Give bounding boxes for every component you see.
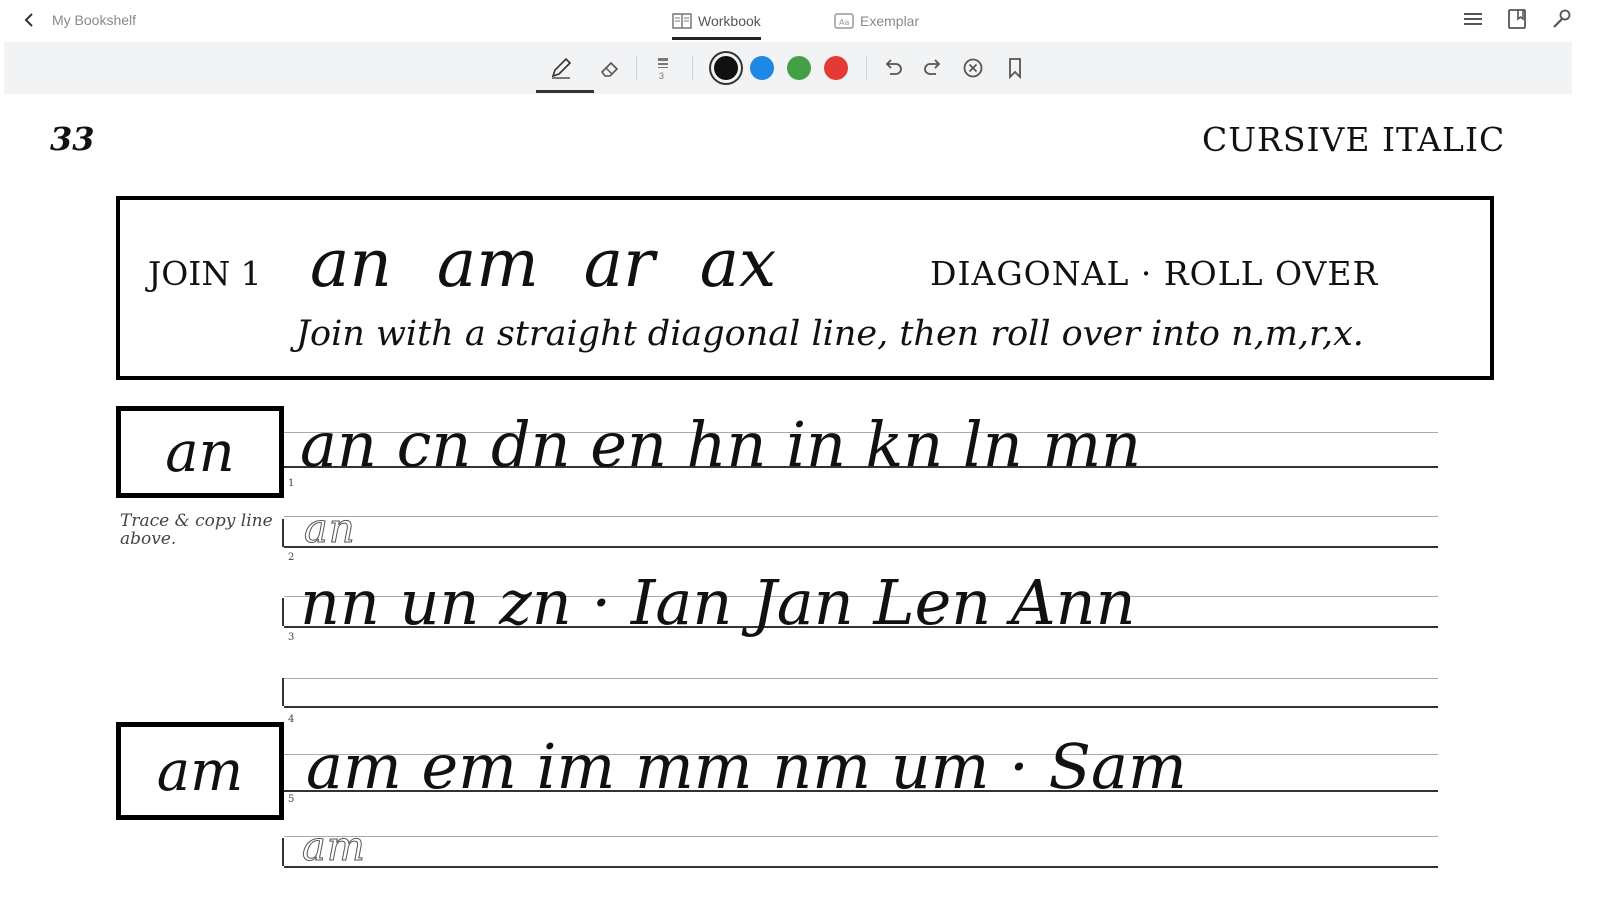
eraser-icon — [600, 61, 619, 77]
active-tab-indicator — [672, 37, 761, 40]
color-swatch-red[interactable] — [824, 56, 848, 80]
line-number: 4 — [288, 714, 295, 725]
join-pair: ax — [699, 225, 777, 302]
bookmark-icon — [1009, 58, 1021, 80]
page-heading: CURSIVE ITALIC — [1202, 120, 1506, 159]
menu-button[interactable] — [1460, 6, 1486, 32]
tab-exemplar[interactable]: Aa Exemplar — [834, 4, 919, 38]
clear-circle-icon — [963, 58, 983, 78]
exercise-label-box: am — [116, 722, 284, 820]
line-start-tick — [282, 678, 284, 706]
line-start-tick — [282, 519, 284, 547]
line-number: 1 — [288, 478, 295, 489]
exemplar-icon: Aa — [834, 13, 854, 29]
redo-button[interactable] — [916, 51, 950, 85]
toolbar-separator — [636, 56, 637, 80]
active-tool-indicator — [536, 90, 594, 93]
model-line: an cn dn en hn in kn ln mn — [300, 408, 1142, 481]
chevron-left-icon — [24, 13, 33, 27]
trace-text: am — [302, 824, 366, 871]
lesson-box: JOIN 1 an am ar ax DIAGONAL · ROLL OVER … — [116, 196, 1494, 380]
tab-exemplar-label: Exemplar — [860, 13, 920, 29]
tools-button[interactable] — [1548, 6, 1574, 32]
bookmarks-button[interactable] — [1504, 6, 1530, 32]
line-number: 2 — [288, 552, 295, 563]
writing-line[interactable] — [284, 866, 1438, 868]
tab-workbook-label: Workbook — [698, 13, 761, 29]
exercise-label-box: an — [116, 406, 284, 498]
color-swatch-blue[interactable] — [750, 56, 774, 80]
clear-button[interactable] — [956, 51, 990, 85]
bookmark-button[interactable] — [998, 51, 1032, 85]
join-pair: ar — [583, 225, 655, 302]
back-label: My Bookshelf — [52, 12, 137, 28]
stroke-size-value: 3 — [659, 71, 665, 81]
tab-workbook[interactable]: Workbook — [672, 4, 761, 40]
drawing-toolbar: 3 — [4, 42, 1572, 94]
line-start-tick — [282, 838, 284, 866]
join-pair: an — [310, 225, 392, 302]
trace-note: Trace & copy line above. — [120, 511, 273, 549]
trace-text: an — [304, 506, 356, 553]
eraser-tool-button[interactable] — [592, 51, 626, 85]
join-pair: am — [436, 225, 539, 302]
svg-text:Aa: Aa — [839, 18, 849, 27]
color-swatch-black[interactable] — [714, 56, 738, 80]
redo-icon — [924, 59, 941, 75]
join-type-label: DIAGONAL · ROLL OVER — [930, 254, 1379, 293]
back-button[interactable]: My Bookshelf — [22, 6, 136, 34]
guide-line — [284, 678, 1438, 679]
workbook-icon — [672, 13, 692, 29]
pencil-icon — [551, 57, 572, 79]
color-swatch-green[interactable] — [787, 56, 811, 80]
book-bookmark-icon — [1508, 9, 1526, 29]
guide-line — [284, 836, 1438, 837]
wrench-icon — [1553, 9, 1571, 28]
pen-tool-button[interactable] — [544, 51, 578, 85]
guide-line — [284, 516, 1438, 517]
line-number: 5 — [288, 794, 295, 805]
top-bar: My Bookshelf Workbook Aa Exemplar — [0, 0, 1600, 40]
join-pairs: an am ar ax — [310, 226, 776, 302]
model-line: nn un zn · Ian Jan Len Ann — [300, 566, 1136, 639]
writing-line[interactable] — [284, 706, 1438, 708]
join-instruction: Join with a straight diagonal line, then… — [296, 314, 1364, 354]
toolbar-separator — [692, 56, 693, 80]
undo-icon — [885, 59, 902, 75]
page-number: 33 — [50, 120, 95, 158]
stroke-size-button[interactable]: 3 — [646, 51, 680, 85]
line-start-tick — [282, 598, 284, 626]
model-line: am em im mm nm um · Sam — [306, 730, 1187, 803]
top-actions — [1460, 6, 1574, 32]
line-number: 3 — [288, 632, 295, 643]
writing-line[interactable] — [284, 546, 1438, 548]
menu-icon — [1464, 13, 1482, 25]
toolbar-separator — [866, 56, 867, 80]
undo-button[interactable] — [876, 51, 910, 85]
join-label: JOIN 1 — [148, 254, 262, 293]
